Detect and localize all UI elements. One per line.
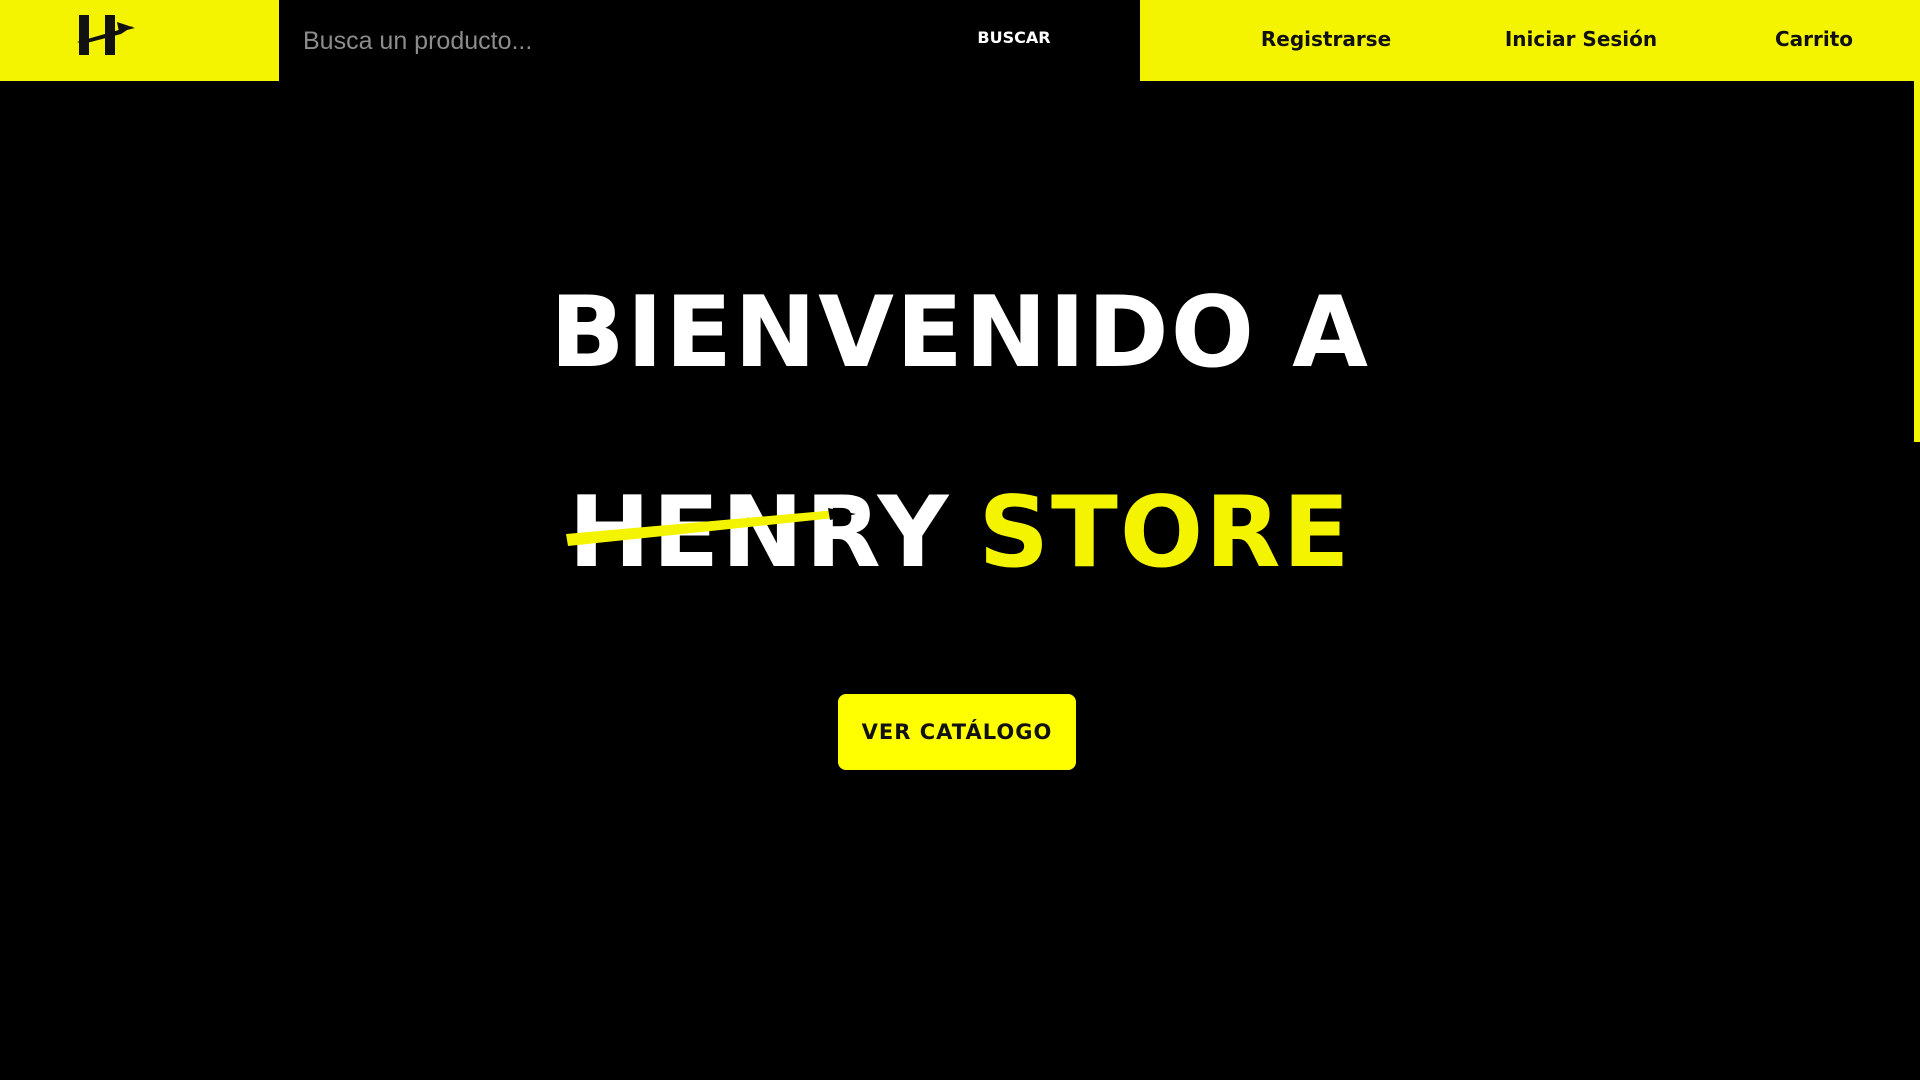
- navbar: BUSCAR Registrarse Iniciar Sesión Carrit…: [0, 0, 1914, 81]
- brand-henry-wrap: HENRY: [566, 476, 951, 590]
- search-button[interactable]: BUSCAR: [977, 28, 1050, 47]
- brand-henry-text: HENRY: [568, 476, 951, 590]
- login-link[interactable]: Iniciar Sesión: [1505, 27, 1657, 51]
- view-catalog-button[interactable]: VER CATÁLOGO: [838, 694, 1076, 770]
- cart-link[interactable]: Carrito: [1775, 27, 1853, 51]
- nav-links: Registrarse Iniciar Sesión Carrito: [1140, 0, 1914, 81]
- hero-title: BIENVENIDO A: [549, 276, 1370, 390]
- search-bar: BUSCAR: [279, 0, 1140, 81]
- brand-store-text: STORE: [978, 476, 1352, 590]
- henry-logo-icon: [77, 15, 135, 55]
- brand-heading: HENRY STORE: [0, 478, 1920, 588]
- register-link[interactable]: Registrarse: [1261, 27, 1391, 51]
- search-input[interactable]: [299, 18, 859, 64]
- logo-button[interactable]: [0, 0, 279, 81]
